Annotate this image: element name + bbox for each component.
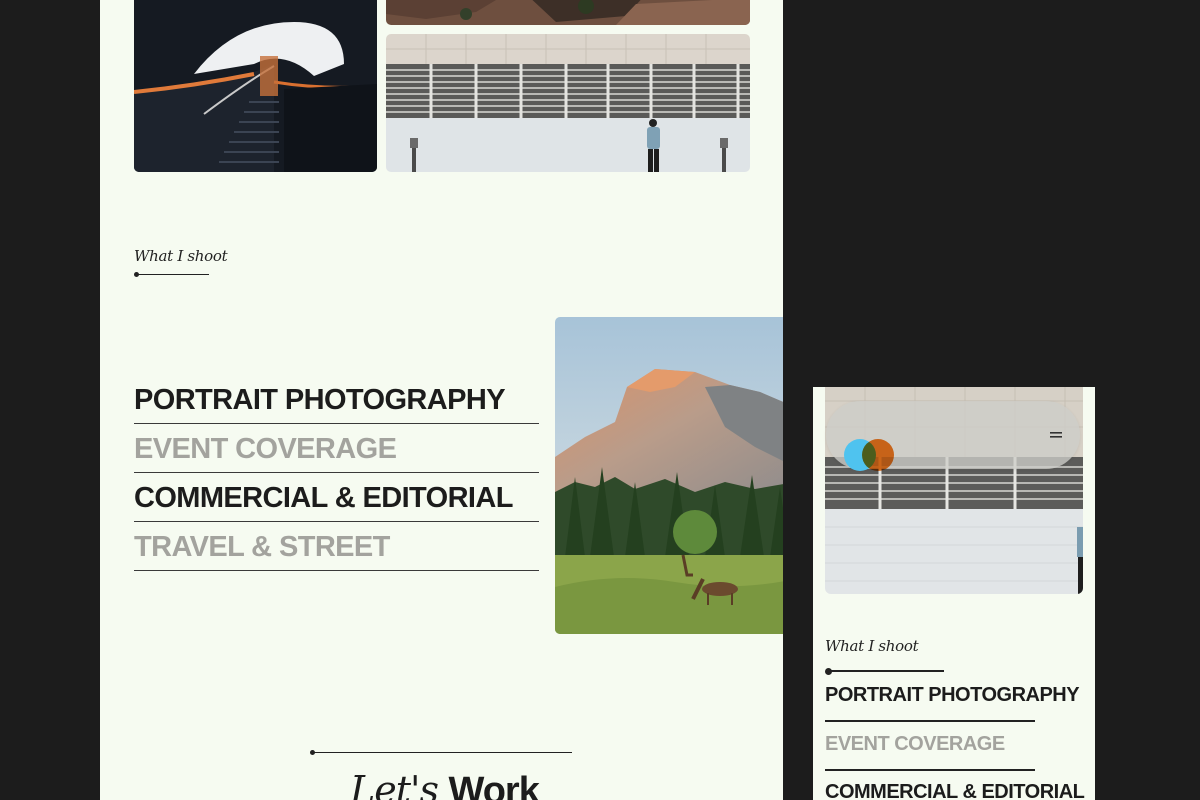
street-photo	[386, 34, 750, 172]
mobile-service-commercial-editorial[interactable]: COMMERCIAL & EDITORIAL	[825, 781, 1085, 800]
service-commercial-editorial[interactable]: COMMERCIAL & EDITORIAL	[134, 474, 539, 522]
section-label: What I shoot	[134, 247, 228, 265]
cta-bold-word: Work	[448, 770, 540, 800]
cta-divider	[314, 752, 572, 753]
hamburger-menu-icon[interactable]	[1050, 431, 1062, 439]
service-event-coverage[interactable]: EVENT COVERAGE	[134, 425, 539, 473]
overlapping-circles-logo[interactable]	[844, 420, 896, 471]
mobile-service-portrait-photography[interactable]: PORTRAIT PHOTOGRAPHY	[825, 684, 1080, 707]
mobile-service-event-coverage[interactable]: EVENT COVERAGE	[825, 733, 1005, 756]
staircase-photo	[134, 0, 377, 172]
mobile-service-divider	[825, 769, 1035, 771]
mobile-service-divider	[825, 720, 1035, 722]
logo-orange-circle	[862, 439, 894, 471]
mobile-preview: What I shoot PORTRAIT PHOTOGRAPHY EVENT …	[813, 387, 1095, 800]
desktop-preview: What I shoot PORTRAIT PHOTOGRAPHY EVENT …	[100, 0, 783, 800]
cta-heading[interactable]: Let's Work	[350, 768, 540, 800]
canyon-photo	[386, 0, 750, 25]
label-underline	[136, 274, 209, 275]
mobile-navbar	[826, 401, 1080, 471]
service-portrait-photography[interactable]: PORTRAIT PHOTOGRAPHY	[134, 376, 539, 424]
service-travel-street[interactable]: TRAVEL & STREET	[134, 523, 539, 571]
cta-italic-word: Let's	[350, 768, 439, 800]
mobile-label-underline	[829, 670, 944, 672]
mobile-section-label: What I shoot	[825, 637, 919, 655]
mountain-photo	[555, 317, 783, 634]
